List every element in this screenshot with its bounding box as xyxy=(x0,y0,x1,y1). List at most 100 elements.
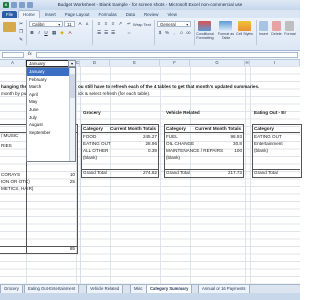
tab-home[interactable]: Home xyxy=(18,10,40,18)
conditional-formatting-icon[interactable] xyxy=(198,21,211,31)
align-right-icon[interactable]: ☰ xyxy=(110,30,116,36)
tab-file[interactable]: File xyxy=(2,11,18,18)
instruction-line-2-right: ick & select refresh (for each table). xyxy=(78,91,151,96)
grocery-title: Grocery xyxy=(83,110,101,115)
month-option[interactable]: April xyxy=(27,91,75,99)
eating-out-category: (blank) xyxy=(254,148,269,153)
vehicle-header-rule xyxy=(164,132,244,133)
font-color-icon[interactable]: A xyxy=(67,30,73,36)
grocery-col-category: Category xyxy=(83,126,103,131)
tab-review[interactable]: Review xyxy=(140,11,162,18)
font-name-select[interactable]: Calibri ▼ xyxy=(29,21,63,27)
ribbon-tab-bar: File Home Insert Page Layout Formulas Da… xyxy=(0,10,300,18)
left-table-label: METICS, HAIR) xyxy=(1,186,34,191)
chevron-down-icon[interactable]: ▼ xyxy=(68,60,76,67)
decrease-decimal-icon[interactable]: .00 xyxy=(185,30,191,36)
grocery-header-rule xyxy=(81,132,159,133)
vehicle-value: 100 xyxy=(234,148,242,153)
grid-line xyxy=(250,66,251,284)
window-title: Budget Worksheet - Blank Sample - for sc… xyxy=(57,2,243,7)
tab-page-layout[interactable]: Page Layout xyxy=(61,11,94,18)
eating-out-category: Entertainment xyxy=(254,141,283,146)
align-center-icon[interactable]: ☰ xyxy=(103,30,109,36)
month-option[interactable]: June xyxy=(27,106,75,114)
grow-font-icon[interactable]: A xyxy=(77,21,83,27)
italic-button[interactable]: I xyxy=(36,30,42,36)
month-option[interactable]: September xyxy=(27,129,75,137)
grocery-grand-total-label: Grand Total xyxy=(83,170,107,175)
conditional-formatting-label[interactable]: Conditional Formatting xyxy=(194,32,216,40)
underline-button[interactable]: U xyxy=(43,30,49,36)
left-table-label: CORAYS xyxy=(1,172,21,177)
grocery-category: (blank) xyxy=(83,155,98,160)
align-bottom-icon[interactable]: ≡ xyxy=(110,21,116,27)
vehicle-category: (blank) xyxy=(166,155,181,160)
format-as-table-label[interactable]: Format as Table xyxy=(216,32,236,40)
format-cells-label[interactable]: Format xyxy=(283,32,297,36)
comma-style-icon[interactable]: , xyxy=(171,30,177,36)
borders-icon[interactable]: ▦ xyxy=(51,30,57,36)
vehicle-grand-total-label: Grand Total xyxy=(166,170,190,175)
copy-icon[interactable]: ❐ xyxy=(18,29,24,35)
cell-styles-label[interactable]: Cell Styles xyxy=(235,32,254,36)
grocery-category: ALL OTHER xyxy=(83,148,109,153)
orientation-icon[interactable]: ↗ xyxy=(117,21,123,27)
merge-center-icon[interactable]: ⇔ xyxy=(126,30,132,36)
align-middle-icon[interactable]: ≡ xyxy=(103,21,109,27)
align-left-icon[interactable]: ☰ xyxy=(96,30,102,36)
dropdown-scroll-thumb[interactable] xyxy=(70,74,75,98)
left-table-label: RIES xyxy=(1,143,12,148)
left-table-value: 25 xyxy=(69,179,75,184)
month-option[interactable]: February xyxy=(27,76,75,84)
month-option[interactable]: May xyxy=(27,98,75,106)
shrink-font-icon[interactable]: A xyxy=(84,21,90,27)
tab-data[interactable]: Data xyxy=(122,11,139,18)
status-bar xyxy=(0,293,300,300)
percent-icon[interactable]: % xyxy=(164,30,170,36)
font-size-select[interactable]: 11 xyxy=(64,21,75,27)
fill-color-icon[interactable]: ◆ xyxy=(59,30,65,36)
month-option[interactable]: March xyxy=(27,83,75,91)
grocery-grand-total: 274.62 xyxy=(142,170,157,175)
align-top-icon[interactable]: ≡ xyxy=(96,21,102,27)
month-option[interactable]: August xyxy=(27,121,75,129)
month-option[interactable]: January xyxy=(27,68,75,76)
bold-button[interactable]: B xyxy=(29,30,35,36)
left-table-right-border xyxy=(77,124,78,254)
vehicle-category: FUEL xyxy=(166,134,178,139)
insert-cells-icon[interactable] xyxy=(259,21,268,31)
format-painter-icon[interactable]: ✎ xyxy=(18,37,24,43)
name-box[interactable] xyxy=(2,52,24,58)
vehicle-title: Vehicle Related xyxy=(166,110,200,115)
dropdown-scrollbar[interactable] xyxy=(69,68,75,161)
month-option[interactable]: July xyxy=(27,114,75,122)
insert-function-icon[interactable]: fx xyxy=(28,51,32,59)
eating-out-col-category: Category xyxy=(254,126,274,131)
paste-icon[interactable] xyxy=(3,22,16,32)
eating-out-category: EATING OUT xyxy=(254,134,282,139)
format-cells-icon[interactable] xyxy=(285,21,294,31)
delete-cells-icon[interactable] xyxy=(272,21,281,31)
increase-decimal-icon[interactable]: .0 xyxy=(178,30,184,36)
currency-icon[interactable]: $ xyxy=(157,30,163,36)
wrap-text-label[interactable]: Wrap Text xyxy=(133,22,151,27)
ribbon-separator xyxy=(154,20,155,45)
left-table-bottom-border xyxy=(0,253,78,254)
cell-styles-icon[interactable] xyxy=(238,21,251,31)
tab-insert[interactable]: Insert xyxy=(41,11,60,18)
instruction-line-2-left: month by pull xyxy=(1,91,29,96)
format-as-table-icon[interactable] xyxy=(219,21,232,31)
number-format-select[interactable]: General ▼ xyxy=(157,21,191,27)
left-table-grand-total: 85 xyxy=(69,246,75,251)
delete-cells-label[interactable]: Delete xyxy=(270,32,283,36)
grocery-value: 0.39 xyxy=(148,148,157,153)
chevron-down-icon: ▼ xyxy=(185,23,189,27)
tab-view[interactable]: View xyxy=(163,11,180,18)
insert-cells-label[interactable]: Insert xyxy=(257,32,270,36)
cut-icon[interactable]: ✂ xyxy=(18,21,24,27)
wrap-text-icon[interactable]: ↵ xyxy=(126,21,132,27)
tab-formulas[interactable]: Formulas xyxy=(94,11,120,18)
formula-input[interactable] xyxy=(36,52,298,58)
left-table-label: / MUSIC xyxy=(1,133,19,138)
month-dropdown-list[interactable]: January February March April May June Ju… xyxy=(26,67,76,162)
